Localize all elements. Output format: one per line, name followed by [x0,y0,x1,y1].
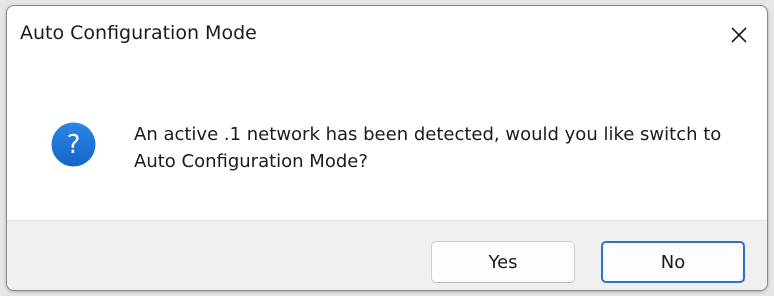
yes-button[interactable]: Yes [431,241,575,283]
dialog-title: Auto Configuration Mode [20,22,257,44]
question-icon: ? [51,122,96,167]
title-bar: Auto Configuration Mode [7,6,767,64]
dialog-content: ? An active .1 network has been detected… [7,64,767,222]
button-bar: Yes No [7,220,767,290]
dialog-message: An active .1 network has been detected, … [134,124,722,172]
question-glyph: ? [67,130,81,160]
close-button[interactable] [711,6,767,64]
close-icon [731,27,747,43]
no-button[interactable]: No [601,241,745,283]
auto-configuration-dialog: Auto Configuration Mode ? An active .1 n… [6,5,768,291]
